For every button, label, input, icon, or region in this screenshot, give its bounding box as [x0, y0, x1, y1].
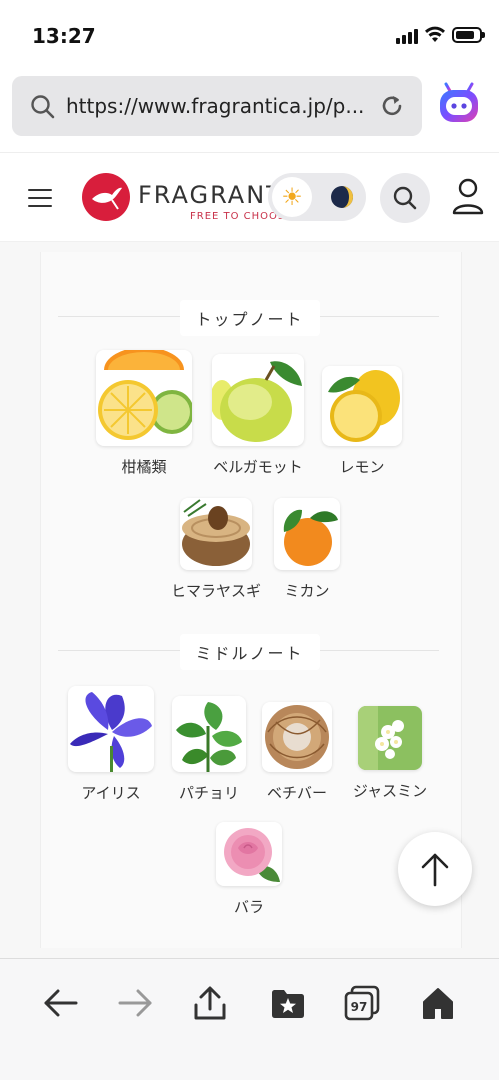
browser-toolbar: 97 [0, 958, 499, 1080]
note-mandarin[interactable]: ミカン [274, 498, 340, 601]
home-icon [423, 988, 453, 1019]
citrus-image[interactable] [96, 350, 192, 446]
assistant-bot-icon[interactable] [436, 82, 482, 126]
battery-icon [452, 27, 485, 43]
reload-icon[interactable] [378, 92, 406, 120]
site-header: FRAGRANTICA FREE TO CHOOSE ☀ [0, 152, 499, 242]
fragrantica-logo-icon[interactable] [82, 173, 130, 221]
cedar-image[interactable] [180, 498, 252, 570]
search-icon [31, 95, 55, 119]
note-name[interactable]: ジャスミン [353, 780, 427, 801]
share-button[interactable] [190, 983, 230, 1023]
share-icon [194, 986, 226, 1020]
status-bar: 13:27 [0, 0, 499, 72]
bookmarks-button[interactable] [268, 983, 308, 1023]
tabs-icon: 97 [344, 985, 380, 1021]
moon-icon[interactable] [324, 179, 360, 215]
note-jasmine[interactable]: ジャスミン [346, 706, 434, 801]
sun-icon[interactable]: ☀ [272, 177, 312, 217]
note-vetiver[interactable]: ベチバー [262, 702, 332, 803]
arrow-right-icon [118, 989, 152, 1017]
note-name[interactable]: レモン [339, 456, 384, 477]
note-lemon[interactable]: レモン [322, 366, 402, 477]
rose-image[interactable] [216, 822, 282, 886]
note-name[interactable]: ミカン [284, 580, 329, 601]
note-citrus[interactable]: 柑橘類 [96, 350, 192, 477]
note-bergamot[interactable]: ベルガモット [212, 354, 304, 477]
iris-image[interactable] [68, 686, 154, 772]
vetiver-image[interactable] [262, 702, 332, 772]
note-name[interactable]: アイリス [81, 782, 140, 803]
note-name[interactable]: ヒマラヤスギ [171, 580, 261, 601]
jasmine-image[interactable] [358, 706, 422, 770]
note-patchouli[interactable]: パチョリ [172, 696, 246, 803]
url-text[interactable]: https://www.fragrantica.jp/p... [66, 94, 371, 118]
arrow-up-icon [421, 853, 449, 887]
theme-toggle[interactable]: ☀ [268, 173, 366, 221]
menu-icon[interactable] [28, 189, 52, 207]
note-name[interactable]: パチョリ [179, 782, 239, 803]
note-iris[interactable]: アイリス [68, 686, 154, 803]
tab-count: 97 [351, 1000, 368, 1014]
note-name[interactable]: ベルガモット [213, 456, 303, 477]
note-name[interactable]: 柑橘類 [121, 456, 166, 477]
cellular-signal-icon [396, 28, 418, 44]
site-search-button[interactable] [380, 173, 430, 223]
scroll-to-top-button[interactable] [398, 832, 472, 906]
lemon-image[interactable] [322, 366, 402, 446]
top-notes-heading: トップノート [0, 296, 499, 336]
note-rose[interactable]: バラ [216, 822, 282, 917]
home-button[interactable] [418, 983, 458, 1023]
bookmark-folder-icon [272, 990, 304, 1018]
note-name[interactable]: ベチバー [267, 782, 327, 803]
back-button[interactable] [40, 983, 80, 1023]
tabs-button[interactable]: 97 [342, 983, 382, 1023]
address-bar[interactable]: https://www.fragrantica.jp/p... [12, 76, 422, 136]
note-cedar[interactable]: ヒマラヤスギ [170, 498, 262, 601]
user-account-icon[interactable] [450, 177, 486, 217]
section-title: トップノート [179, 300, 320, 336]
status-time: 13:27 [32, 24, 96, 48]
wifi-icon [425, 26, 445, 42]
arrow-left-icon [44, 989, 78, 1017]
browser-address-row: https://www.fragrantica.jp/p... [0, 72, 499, 152]
mandarin-image[interactable] [274, 498, 340, 570]
bergamot-image[interactable] [212, 354, 304, 446]
section-title: ミドルノート [179, 634, 320, 670]
patchouli-image[interactable] [172, 696, 246, 772]
forward-button[interactable] [116, 983, 156, 1023]
note-name[interactable]: バラ [234, 896, 264, 917]
search-icon [393, 186, 417, 210]
middle-notes-heading: ミドルノート [0, 630, 499, 670]
